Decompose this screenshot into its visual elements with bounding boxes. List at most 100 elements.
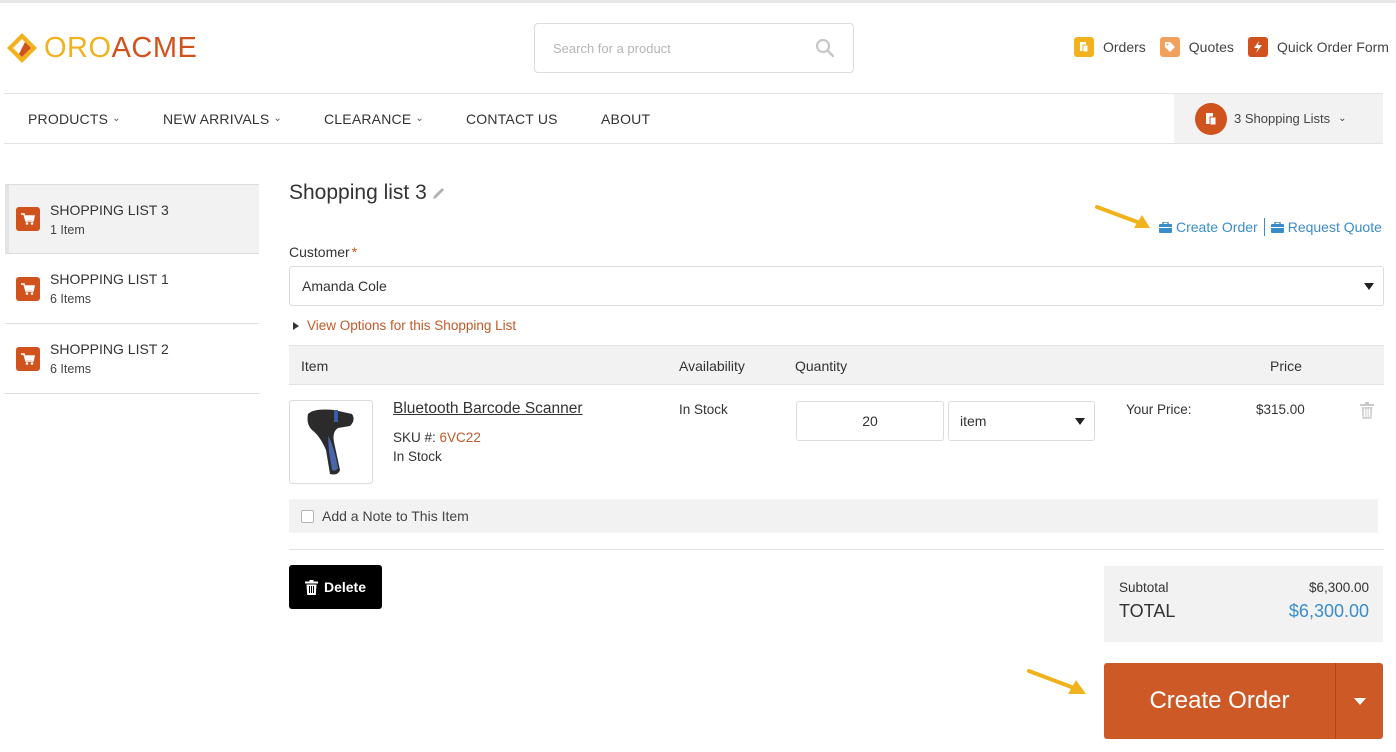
total-row: TOTAL $6,300.00 <box>1119 601 1369 622</box>
shopping-lists-label: 3 Shopping Lists <box>1234 111 1331 126</box>
quantity-input[interactable] <box>796 401 944 441</box>
order-totals: Subtotal $6,300.00 TOTAL $6,300.00 <box>1104 566 1383 642</box>
caret-right-icon <box>293 321 299 330</box>
nav-item-about[interactable]: ABOUT <box>601 94 650 143</box>
customer-label-text: Customer <box>289 244 350 260</box>
view-options-label: View Options for this Shopping List <box>307 318 517 333</box>
product-sku: SKU #: 6VC22 <box>393 430 481 445</box>
request-quote-link[interactable]: Request Quote <box>1270 219 1382 235</box>
quotes-link[interactable]: Quotes <box>1159 37 1234 57</box>
nav-label: CLEARANCE <box>324 110 412 127</box>
header-links: Orders Quotes Quick Order Form <box>1074 37 1389 57</box>
customer-select-value: Amanda Cole <box>302 278 387 294</box>
sidebar-item-title: SHOPPING LIST 1 <box>50 271 169 287</box>
request-quote-link-label: Request Quote <box>1287 219 1382 235</box>
cart-icon <box>16 207 40 231</box>
caret-down-icon <box>1353 697 1366 705</box>
subtotal-label: Subtotal <box>1119 580 1169 595</box>
trash-icon[interactable] <box>1359 402 1375 419</box>
shopping-list-icon <box>1195 102 1227 135</box>
column-header-availability: Availability <box>679 358 745 374</box>
logo-diamond-icon <box>7 33 37 63</box>
briefcase-icon <box>1159 221 1172 233</box>
column-header-item: Item <box>301 358 329 374</box>
action-divider <box>1263 218 1265 236</box>
chevron-down-icon: ⌄ <box>415 113 424 124</box>
delete-button[interactable]: Delete <box>289 565 382 609</box>
page-title: Shopping list 3 <box>289 181 446 205</box>
subtotal-row: Subtotal $6,300.00 <box>1119 580 1369 595</box>
total-value: $6,300.00 <box>1288 601 1369 621</box>
nav-item-clearance[interactable]: CLEARANCE ⌄ <box>324 94 424 143</box>
quick-order-form-link[interactable]: Quick Order Form <box>1247 37 1389 57</box>
product-name-link[interactable]: Bluetooth Barcode Scanner <box>393 400 583 418</box>
lightning-icon <box>1247 37 1268 57</box>
unit-select-value: item <box>960 413 987 429</box>
nav-label: CONTACT US <box>466 110 558 127</box>
search-icon[interactable] <box>815 38 835 58</box>
sidebar-item-count: 6 Items <box>50 292 91 306</box>
orders-icon <box>1074 37 1094 57</box>
create-order-link-label: Create Order <box>1176 219 1258 235</box>
site-logo[interactable]: OROACME <box>4 30 197 66</box>
sidebar-item-shopping-list-1[interactable]: SHOPPING LIST 1 6 Items <box>5 254 259 324</box>
create-order-button-group: Create Order <box>1104 663 1383 739</box>
orders-label: Orders <box>1103 39 1146 55</box>
tag-icon <box>1159 37 1180 57</box>
create-order-link[interactable]: Create Order <box>1159 219 1258 235</box>
sidebar-item-count: 1 Item <box>50 222 85 237</box>
chevron-down-icon: ⌄ <box>112 113 121 124</box>
nav-item-contact-us[interactable]: CONTACT US <box>466 94 558 143</box>
nav-label: PRODUCTS <box>28 110 109 127</box>
annotation-arrow-icon <box>1027 669 1086 694</box>
quick-order-form-label: Quick Order Form <box>1276 39 1389 55</box>
caret-down-icon <box>1364 283 1374 290</box>
caret-down-icon <box>1075 418 1085 425</box>
column-header-price: Price <box>1270 358 1302 374</box>
orders-link[interactable]: Orders <box>1074 37 1146 57</box>
your-price-label: Your Price: <box>1126 402 1192 417</box>
pencil-icon[interactable] <box>432 186 446 200</box>
cart-icon <box>16 276 40 301</box>
sidebar-item-shopping-list-2[interactable]: SHOPPING LIST 2 6 Items <box>5 324 259 394</box>
chevron-down-icon: ⌄ <box>1338 113 1347 124</box>
page-title-text: Shopping list 3 <box>289 181 427 204</box>
nav-item-new-arrivals[interactable]: NEW ARRIVALS ⌄ <box>163 94 282 143</box>
add-note-checkbox[interactable] <box>301 509 314 523</box>
shopping-lists-dropdown[interactable]: 3 Shopping Lists ⌄ <box>1174 94 1383 143</box>
list-actions: Create Order Request Quote <box>1159 218 1382 236</box>
unit-select[interactable]: item <box>948 401 1095 441</box>
customer-select[interactable]: Amanda Cole <box>289 266 1384 306</box>
sidebar-item-shopping-list-3[interactable]: SHOPPING LIST 3 1 Item <box>5 184 259 254</box>
sku-label: SKU #: <box>393 430 436 445</box>
sidebar-item-title: SHOPPING LIST 3 <box>50 201 169 218</box>
top-border <box>0 0 1396 3</box>
shopping-lists-sidebar: SHOPPING LIST 3 1 Item SHOPPING LIST 1 6… <box>5 184 259 394</box>
briefcase-icon <box>1270 221 1284 233</box>
nav-label: ABOUT <box>601 110 651 127</box>
sidebar-item-title: SHOPPING LIST 2 <box>50 341 169 357</box>
product-stock-status: In Stock <box>393 449 442 464</box>
create-order-dropdown-toggle[interactable] <box>1336 663 1383 739</box>
create-order-button-label: Create Order <box>1149 687 1290 714</box>
add-note-label: Add a Note to This Item <box>322 508 469 524</box>
delete-button-label: Delete <box>323 579 367 595</box>
create-order-button[interactable]: Create Order <box>1104 663 1335 739</box>
add-note-checkbox-row[interactable]: Add a Note to This Item <box>289 499 1378 533</box>
view-options-toggle[interactable]: View Options for this Shopping List <box>293 318 516 333</box>
required-mark: * <box>351 244 358 260</box>
line-items-table-header: Item Availability Quantity Price <box>289 345 1384 385</box>
quotes-label: Quotes <box>1188 39 1234 55</box>
barcode-scanner-image-icon <box>307 409 354 475</box>
sidebar-item-count: 6 Items <box>50 362 91 376</box>
subtotal-value: $6,300.00 <box>1308 580 1369 595</box>
section-divider <box>289 549 1384 550</box>
total-label: TOTAL <box>1119 601 1176 621</box>
search-box[interactable] <box>534 23 854 73</box>
cart-icon <box>16 346 40 371</box>
availability-value: In Stock <box>679 402 728 417</box>
price-value: $315.00 <box>1256 402 1305 417</box>
nav-item-products[interactable]: PRODUCTS ⌄ <box>28 94 121 143</box>
search-input[interactable] <box>553 40 815 56</box>
product-image[interactable] <box>289 400 373 484</box>
